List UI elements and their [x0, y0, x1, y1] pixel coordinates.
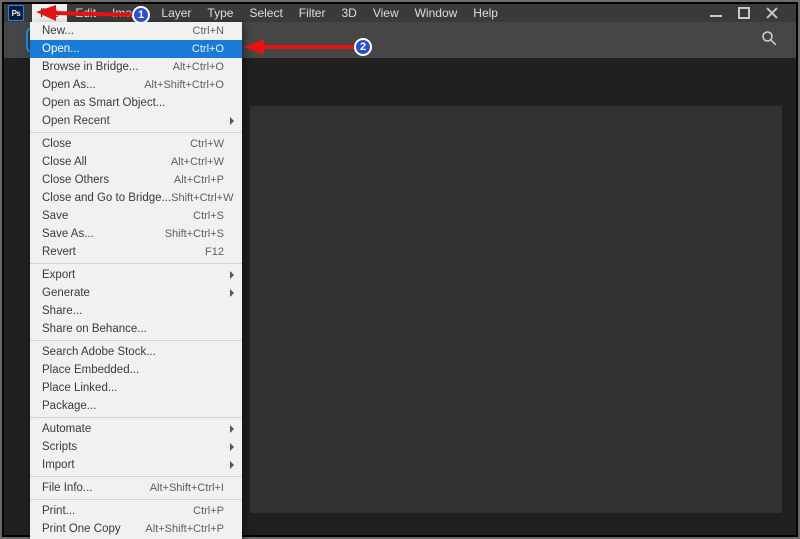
menu-item-save-as[interactable]: Save As... Shift+Ctrl+S	[30, 225, 242, 243]
menu-item-shortcut: Alt+Shift+Ctrl+I	[150, 480, 224, 496]
app-logo: Ps	[8, 5, 24, 21]
menu-item-automate[interactable]: Automate	[30, 420, 242, 438]
menu-window[interactable]: Window	[407, 4, 466, 22]
menu-item-label: Close and Go to Bridge...	[42, 190, 171, 206]
menu-item-open[interactable]: Open... Ctrl+O	[30, 40, 242, 58]
menu-select[interactable]: Select	[241, 4, 290, 22]
menu-item-revert[interactable]: Revert F12	[30, 243, 242, 261]
menu-3d[interactable]: 3D	[333, 4, 364, 22]
menu-item-search-adobe-stock[interactable]: Search Adobe Stock...	[30, 343, 242, 361]
menu-item-close-and-go-to-bridge[interactable]: Close and Go to Bridge...Shift+Ctrl+W	[30, 189, 242, 207]
menu-item-label: Open Recent	[42, 113, 110, 129]
menu-item-open-as-smart-object[interactable]: Open as Smart Object...	[30, 94, 242, 112]
menu-item-label: Print One Copy	[42, 521, 121, 537]
app-window: Ps FileEditImageLayerTypeSelectFilter3DV…	[0, 0, 800, 539]
menu-item-label: Save	[42, 208, 68, 224]
annotation-badge-1: 1	[132, 6, 150, 24]
menu-item-package[interactable]: Package...	[30, 397, 242, 415]
maximize-button[interactable]	[738, 7, 750, 19]
menu-item-label: Search Adobe Stock...	[42, 344, 156, 360]
menu-separator	[30, 340, 242, 341]
menu-item-label: Save As...	[42, 226, 94, 242]
menu-item-label: Share...	[42, 303, 82, 319]
menu-separator	[30, 476, 242, 477]
menu-item-place-embedded[interactable]: Place Embedded...	[30, 361, 242, 379]
menu-item-print-one-copy[interactable]: Print One Copy Alt+Shift+Ctrl+P	[30, 520, 242, 538]
menu-item-save[interactable]: Save Ctrl+S	[30, 207, 242, 225]
menu-item-label: Open...	[42, 41, 80, 57]
menu-item-label: Close	[42, 136, 71, 152]
menu-item-label: Browse in Bridge...	[42, 59, 139, 75]
menu-separator	[30, 263, 242, 264]
menu-item-shortcut: F12	[205, 244, 224, 260]
annotation-arrow-1: 1	[32, 2, 144, 28]
menu-filter[interactable]: Filter	[291, 4, 334, 22]
menu-item-label: Close All	[42, 154, 87, 170]
menu-item-shortcut: Ctrl+S	[193, 208, 224, 224]
annotation-arrow-2: 2	[242, 36, 372, 58]
menu-item-label: Close Others	[42, 172, 109, 188]
menu-item-share-on-behance[interactable]: Share on Behance...	[30, 320, 242, 338]
annotation-badge-2: 2	[354, 38, 372, 56]
menu-item-label: Open as Smart Object...	[42, 95, 165, 111]
menu-item-shortcut: Ctrl+O	[192, 41, 224, 57]
canvas-area	[250, 106, 782, 513]
menu-item-shortcut: Alt+Ctrl+P	[174, 172, 224, 188]
menu-item-shortcut: Ctrl+P	[193, 503, 224, 519]
minimize-button[interactable]	[710, 7, 722, 19]
menu-item-place-linked[interactable]: Place Linked...	[30, 379, 242, 397]
menu-item-label: Import	[42, 457, 75, 473]
menu-item-browse-in-bridge[interactable]: Browse in Bridge... Alt+Ctrl+O	[30, 58, 242, 76]
menu-item-export[interactable]: Export	[30, 266, 242, 284]
menu-item-close-all[interactable]: Close All Alt+Ctrl+W	[30, 153, 242, 171]
menu-item-shortcut: Shift+Ctrl+S	[165, 226, 224, 242]
menu-item-open-as[interactable]: Open As... Alt+Shift+Ctrl+O	[30, 76, 242, 94]
menu-view[interactable]: View	[365, 4, 407, 22]
menu-type[interactable]: Type	[199, 4, 241, 22]
menu-item-open-recent[interactable]: Open Recent	[30, 112, 242, 130]
close-button[interactable]	[766, 7, 778, 19]
menu-item-label: Automate	[42, 421, 91, 437]
menu-item-shortcut: Alt+Ctrl+O	[173, 59, 224, 75]
menu-item-scripts[interactable]: Scripts	[30, 438, 242, 456]
menu-item-label: Generate	[42, 285, 90, 301]
menu-help[interactable]: Help	[465, 4, 506, 22]
menu-item-label: Scripts	[42, 439, 77, 455]
search-icon[interactable]	[760, 29, 778, 52]
menu-item-label: Print...	[42, 503, 75, 519]
menu-item-label: File Info...	[42, 480, 93, 496]
menu-item-label: Place Embedded...	[42, 362, 139, 378]
menu-item-shortcut: Alt+Shift+Ctrl+O	[144, 77, 224, 93]
menu-item-shortcut: Alt+Ctrl+W	[171, 154, 224, 170]
menu-separator	[30, 417, 242, 418]
menu-separator	[30, 499, 242, 500]
menu-item-generate[interactable]: Generate	[30, 284, 242, 302]
menu-item-share[interactable]: Share...	[30, 302, 242, 320]
file-menu-dropdown: New...Ctrl+NOpen...Ctrl+OBrowse in Bridg…	[30, 22, 242, 539]
menu-item-shortcut: Ctrl+W	[190, 136, 224, 152]
menu-item-close-others[interactable]: Close Others Alt+Ctrl+P	[30, 171, 242, 189]
menu-item-print[interactable]: Print... Ctrl+P	[30, 502, 242, 520]
menu-separator	[30, 132, 242, 133]
menu-item-label: Share on Behance...	[42, 321, 147, 337]
menu-item-shortcut: Shift+Ctrl+W	[171, 190, 233, 206]
menu-item-import[interactable]: Import	[30, 456, 242, 474]
menu-layer[interactable]: Layer	[153, 4, 199, 22]
window-controls	[710, 7, 796, 19]
menu-item-label: Export	[42, 267, 75, 283]
menu-item-shortcut: Alt+Shift+Ctrl+P	[145, 521, 224, 537]
menu-item-label: Revert	[42, 244, 76, 260]
menu-item-label: Open As...	[42, 77, 96, 93]
menu-item-close[interactable]: Close Ctrl+W	[30, 135, 242, 153]
menu-item-file-info[interactable]: File Info... Alt+Shift+Ctrl+I	[30, 479, 242, 497]
menu-item-label: Package...	[42, 398, 96, 414]
menu-item-shortcut: Ctrl+N	[193, 23, 224, 39]
menu-item-label: Place Linked...	[42, 380, 117, 396]
